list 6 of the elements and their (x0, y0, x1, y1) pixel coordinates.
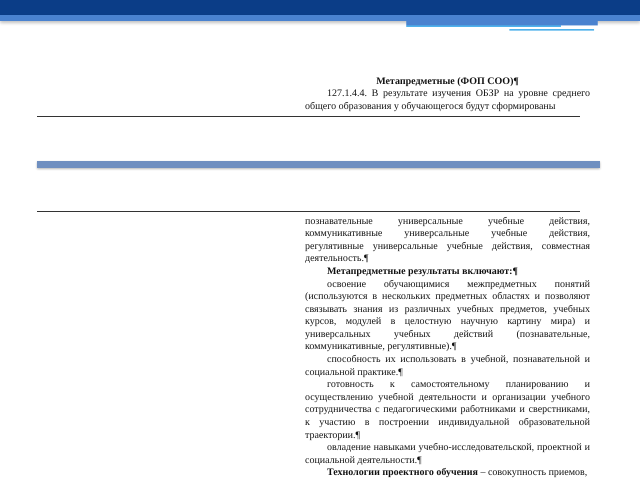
document-paragraph: 127.1.4.4. В результате изучения ОБЗР на уровне среднего общего образования у обучающегося будут сформированы (305, 88, 590, 114)
document-paragraph: овладение навыками учебно-исследовательской, проектной и социальной деятельности.¶ (305, 442, 590, 468)
document-paragraph: познавательные универсальные учебные действия, коммуникативные универсальные учебные действия, регулятивные универсальные учебные действия, совместная деятельность.¶ (305, 216, 590, 266)
document-heading: Метапредметные результаты включают:¶ (326, 266, 519, 278)
document-heading: Метапредметные (ФОП СОО)¶ (375, 76, 520, 88)
document-paragraph: Технологии проектного обучения – совокупность приемов, (326, 467, 588, 480)
